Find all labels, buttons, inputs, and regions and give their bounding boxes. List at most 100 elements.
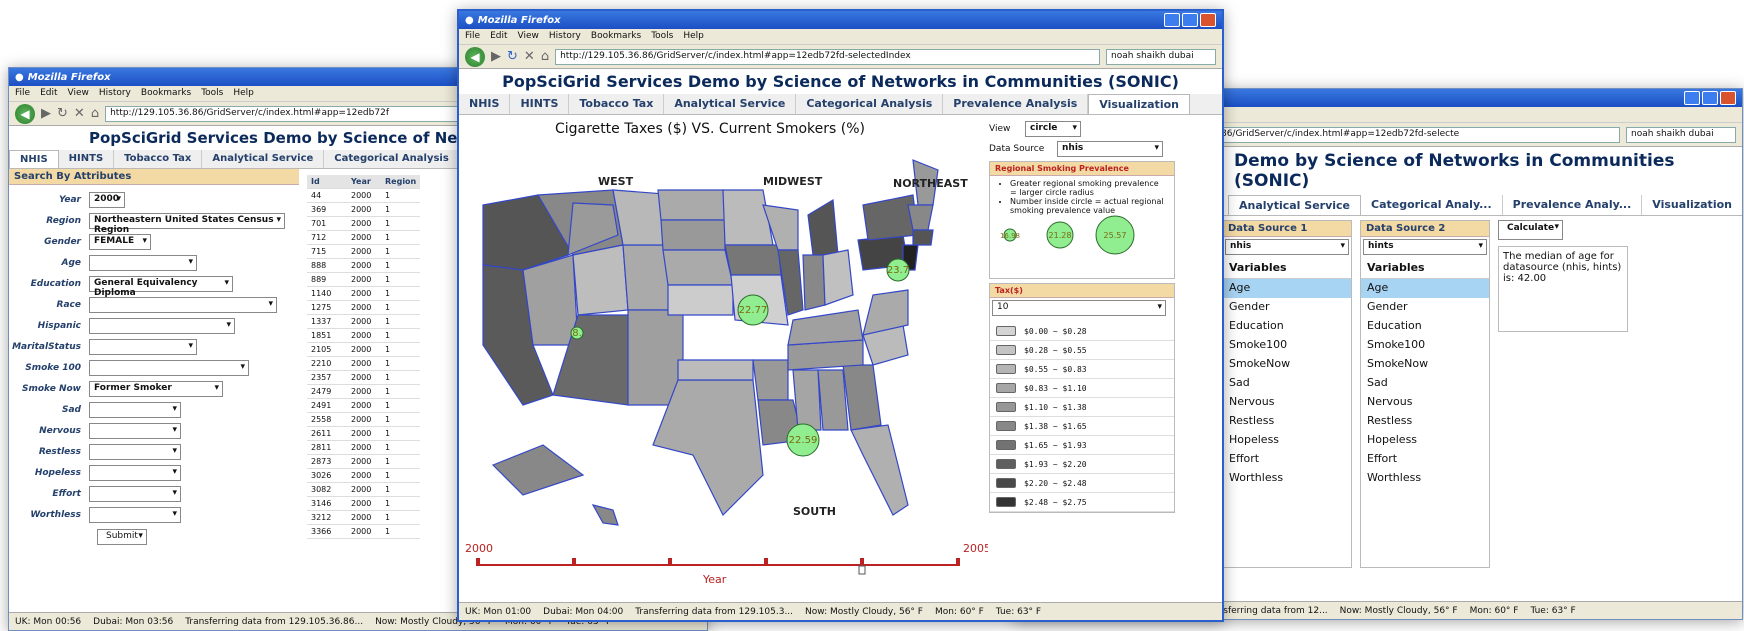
table-row[interactable]: 3082 2000 1 xyxy=(307,482,421,497)
field-restless[interactable] xyxy=(89,443,181,460)
back-button[interactable]: ◀ xyxy=(465,46,485,67)
table-row[interactable]: 701 2000 1 xyxy=(307,216,421,231)
forward-button[interactable]: ▶ xyxy=(41,106,51,121)
search-box[interactable]: noah shaikh dubai xyxy=(1626,126,1736,143)
field-nervous[interactable] xyxy=(89,422,181,439)
field-smoke-100[interactable] xyxy=(89,359,249,376)
tab-categorical-analysis[interactable]: Categorical Analysis xyxy=(796,94,944,114)
tab-hints[interactable]: HINTS xyxy=(59,150,115,168)
maximize-button[interactable] xyxy=(1182,13,1198,27)
variable-item-education[interactable]: Education xyxy=(1223,317,1351,336)
table-row[interactable]: 3146 2000 1 xyxy=(307,496,421,511)
table-header[interactable]: Id xyxy=(307,175,347,189)
data-source-2-select[interactable]: hints xyxy=(1363,239,1487,255)
submit-button[interactable]: Submit xyxy=(97,529,147,545)
variable-item-smokenow[interactable]: SmokeNow xyxy=(1361,355,1489,374)
tab-prevalence-analy-[interactable]: Prevalence Analy... xyxy=(1503,195,1643,215)
table-row[interactable]: 1337 2000 1 xyxy=(307,314,421,329)
reload-icon[interactable]: ↻ xyxy=(57,106,68,121)
data-source-1-select[interactable]: nhis xyxy=(1225,239,1349,255)
field-sad[interactable] xyxy=(89,401,181,418)
table-row[interactable]: 3366 2000 1 xyxy=(307,524,421,539)
table-row[interactable]: 1275 2000 1 xyxy=(307,300,421,315)
variable-item-sad[interactable]: Sad xyxy=(1223,374,1351,393)
home-icon[interactable]: ⌂ xyxy=(91,106,99,121)
menu-item-tools[interactable]: Tools xyxy=(651,31,673,42)
search-box[interactable]: noah shaikh dubai xyxy=(1106,48,1216,65)
menu-item-help[interactable]: Help xyxy=(683,31,704,42)
tab-analytical-service[interactable]: Analytical Service xyxy=(202,150,325,168)
table-row[interactable]: 889 2000 1 xyxy=(307,272,421,287)
field-age[interactable] xyxy=(89,254,197,271)
table-row[interactable]: 3026 2000 1 xyxy=(307,468,421,483)
field-hopeless[interactable] xyxy=(89,464,181,481)
field-maritalstatus[interactable] xyxy=(89,338,197,355)
tab-visualization[interactable]: Visualization xyxy=(1642,195,1742,215)
variable-item-hopeless[interactable]: Hopeless xyxy=(1223,431,1351,450)
tab-categorical-analy-[interactable]: Categorical Analy... xyxy=(1361,195,1503,215)
reload-icon[interactable]: ↻ xyxy=(507,49,518,64)
back-button[interactable]: ◀ xyxy=(15,103,35,124)
stop-icon[interactable]: ✕ xyxy=(524,49,535,64)
menu-item-file[interactable]: File xyxy=(15,88,30,99)
table-row[interactable]: 369 2000 1 xyxy=(307,202,421,217)
table-row[interactable]: 888 2000 1 xyxy=(307,258,421,273)
variable-item-worthless[interactable]: Worthless xyxy=(1361,469,1489,488)
tab-categorical-analysis[interactable]: Categorical Analysis xyxy=(324,150,460,168)
table-row[interactable]: 3212 2000 1 xyxy=(307,510,421,525)
forward-button[interactable]: ▶ xyxy=(491,49,501,64)
tab-analytical-service[interactable]: Analytical Service xyxy=(1228,195,1362,215)
field-region[interactable]: Northeastern United States Census Region xyxy=(89,212,285,235)
table-row[interactable]: 2611 2000 1 xyxy=(307,426,421,441)
field-effort[interactable] xyxy=(89,485,181,502)
field-smoke-now[interactable]: Former Smoker xyxy=(89,380,223,397)
tab-nhis[interactable]: NHIS xyxy=(9,150,59,168)
variable-item-effort[interactable]: Effort xyxy=(1361,450,1489,469)
url-bar[interactable]: http://129.105.36.86/GridServer/c/index.… xyxy=(555,48,1100,65)
field-worthless[interactable] xyxy=(89,506,181,523)
variable-item-age[interactable]: Age xyxy=(1223,279,1351,298)
menu-item-view[interactable]: View xyxy=(518,31,539,42)
variable-item-education[interactable]: Education xyxy=(1361,317,1489,336)
variable-item-smokenow[interactable]: SmokeNow xyxy=(1223,355,1351,374)
tab-tobacco-tax[interactable]: Tobacco Tax xyxy=(569,94,665,114)
menu-item-history[interactable]: History xyxy=(99,88,131,99)
menu-item-bookmarks[interactable]: Bookmarks xyxy=(591,31,641,42)
variable-item-age[interactable]: Age xyxy=(1361,279,1489,298)
data-source-select[interactable]: nhis xyxy=(1057,141,1163,157)
menu-item-file[interactable]: File xyxy=(465,31,480,42)
menu-item-tools[interactable]: Tools xyxy=(201,88,223,99)
variable-item-worthless[interactable]: Worthless xyxy=(1223,469,1351,488)
field-year[interactable]: 2000 xyxy=(89,191,125,208)
variable-item-smoke100[interactable]: Smoke100 xyxy=(1361,336,1489,355)
table-row[interactable]: 44 2000 1 xyxy=(307,188,421,203)
menu-item-edit[interactable]: Edit xyxy=(40,88,57,99)
table-row[interactable]: 712 2000 1 xyxy=(307,230,421,245)
table-row[interactable]: 2491 2000 1 xyxy=(307,398,421,413)
tab-nhis[interactable]: NHIS xyxy=(459,94,511,114)
menu-item-view[interactable]: View xyxy=(68,88,89,99)
tab-visualization[interactable]: Visualization xyxy=(1088,94,1190,114)
tax-stepper[interactable]: 10 xyxy=(992,300,1166,316)
table-header[interactable]: Year xyxy=(347,175,381,189)
tab-tobacco-tax[interactable]: Tobacco Tax xyxy=(114,150,203,168)
table-row[interactable]: 2210 2000 1 xyxy=(307,356,421,371)
table-row[interactable]: 2105 2000 1 xyxy=(307,342,421,357)
variable-item-restless[interactable]: Restless xyxy=(1223,412,1351,431)
table-row[interactable]: 715 2000 1 xyxy=(307,244,421,259)
year-slider-handle[interactable] xyxy=(858,565,866,575)
tab-prevalence-analysis[interactable]: Prevalence Analysis xyxy=(943,94,1089,114)
table-row[interactable]: 1851 2000 1 xyxy=(307,328,421,343)
table-row[interactable]: 2558 2000 1 xyxy=(307,412,421,427)
maximize-button[interactable] xyxy=(1702,91,1718,105)
calculate-button[interactable]: Calculate xyxy=(1498,220,1564,240)
field-hispanic[interactable] xyxy=(89,317,235,334)
table-row[interactable]: 2479 2000 1 xyxy=(307,384,421,399)
field-race[interactable] xyxy=(89,296,277,313)
minimize-button[interactable] xyxy=(1684,91,1700,105)
close-button[interactable] xyxy=(1720,91,1736,105)
variable-item-effort[interactable]: Effort xyxy=(1223,450,1351,469)
field-education[interactable]: General Equivalency Diploma xyxy=(89,275,233,298)
variable-item-restless[interactable]: Restless xyxy=(1361,412,1489,431)
home-icon[interactable]: ⌂ xyxy=(541,49,549,64)
